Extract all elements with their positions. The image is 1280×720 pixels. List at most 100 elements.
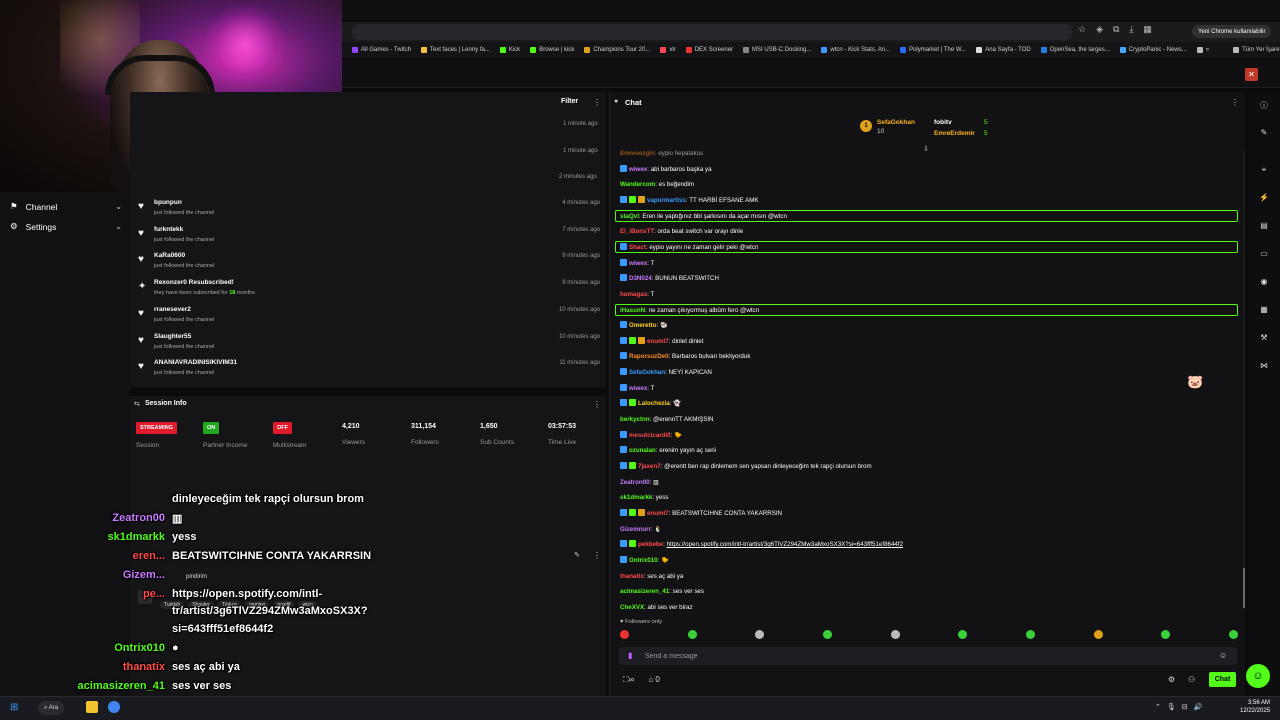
file-explorer-icon[interactable] — [86, 701, 98, 713]
pen-icon[interactable]: ✎ — [1257, 128, 1271, 137]
chat-message[interactable]: Wandercom: es beğendim — [620, 179, 694, 190]
grid-icon[interactable]: ▦ — [1257, 305, 1271, 314]
network-icon[interactable]: ⊟ — [1182, 703, 1188, 711]
quick-emote-icon[interactable] — [890, 630, 900, 639]
broadcast-icon[interactable]: ◉ — [1257, 277, 1271, 286]
collapse-icon[interactable]: ⇩ — [923, 145, 929, 153]
chat-message[interactable]: humagas: T — [620, 289, 654, 300]
chat-username[interactable]: Wandercom — [620, 181, 655, 188]
chrome-update-button[interactable]: Yeni Chrome kullanılabilir — [1192, 25, 1272, 38]
chat-scrollbar-thumb[interactable] — [1243, 568, 1245, 608]
chat-send-button[interactable]: Chat — [1209, 672, 1236, 687]
chat-message-input[interactable] — [645, 650, 1205, 662]
kebab-menu-icon[interactable]: ⋮ — [1231, 98, 1239, 107]
wrench-icon[interactable]: ⚒ — [1257, 333, 1271, 342]
feed-row[interactable]: ♥ KaRa0600 just followed the channel 9 minu… — [138, 252, 600, 278]
info-icon[interactable]: ⓘ — [1257, 100, 1271, 111]
chat-username[interactable]: CheXVX — [620, 604, 644, 611]
feed-row[interactable]: ♥ ANANIAVRADINISIKIVIM31 just followed the… — [138, 359, 600, 385]
chat-username[interactable]: Omeretto — [629, 322, 657, 329]
document-icon[interactable]: ▤ — [1257, 221, 1271, 230]
mic-tray-icon[interactable]: 🎙 — [1167, 703, 1176, 711]
chat-username[interactable]: humagas — [620, 291, 647, 298]
chat-username[interactable]: thanatix — [620, 573, 644, 580]
chat-username[interactable]: staQvl — [620, 213, 639, 220]
quick-emote-icon[interactable] — [620, 630, 629, 639]
feed-row[interactable]: ♥ rranesever2 just followed the channel 10 … — [138, 306, 600, 332]
gifter-name[interactable]: fobitv — [934, 119, 952, 126]
chat-message[interactable]: enuml7: dinlet dinlet — [620, 336, 703, 347]
bookmark-item[interactable]: Polymarket | The W... — [900, 47, 966, 53]
chat-message[interactable]: thanatix: ses aç abi ya — [620, 571, 683, 582]
chat-message[interactable]: CheXVX: abi ses ver biraz — [620, 602, 693, 613]
share-icon[interactable]: ⋈ — [1257, 361, 1271, 370]
chat-username[interactable]: mesutcicardi0 — [629, 432, 671, 439]
feed-row[interactable]: ♥ bpunpun just followed the channel 4 minut… — [138, 199, 600, 225]
quick-emote-icon[interactable] — [1228, 630, 1238, 639]
bookmark-item[interactable]: Tüm Yer İşaretleri — [1233, 47, 1280, 53]
bookmark-item[interactable]: » — [1196, 47, 1209, 53]
app-logo-icon[interactable]: ✕ — [1245, 68, 1258, 81]
feed-row[interactable]: ♥ Slaughter55 just followed the channel 10 … — [138, 333, 600, 359]
chat-message[interactable]: Gizemnurr: 🐧 — [620, 524, 662, 535]
bookmark-item[interactable]: OpenSea, the larges... — [1040, 47, 1110, 53]
chat-message[interactable]: wiwex: abi barbaros başka ya — [620, 164, 712, 175]
chat-username[interactable]: vapurmartiss — [647, 197, 686, 204]
chat-message[interactable]: enuml7: BEATSWITCIHNE CONTA YAKARRSIN — [620, 508, 782, 519]
chat-scrollbar[interactable] — [1243, 150, 1245, 610]
quick-emote-icon[interactable] — [755, 630, 765, 639]
chat-username[interactable]: wiwex — [629, 385, 647, 392]
chat-username[interactable]: Gizemnurr — [620, 526, 651, 533]
chat-message[interactable]: Lalochezia: 👻 — [620, 398, 681, 409]
bookmark-item[interactable]: CryptoPanic - News... — [1119, 47, 1187, 53]
chat-username[interactable]: 7jaxen7 — [638, 463, 661, 470]
chat-username[interactable]: El_iBonsTT — [620, 228, 654, 235]
quick-emote-icon[interactable] — [1093, 630, 1103, 639]
chat-message[interactable]: Emresezgin: eypio hepatakus — [620, 148, 703, 159]
message-icon[interactable]: ▭ — [1257, 249, 1271, 258]
chat-message[interactable]: Omeretto: 🐏 — [620, 320, 668, 331]
floating-emote-icon[interactable]: 🐷 — [1187, 374, 1207, 392]
chat-link[interactable]: https://open.spotify.com/intl-tr/artist/… — [667, 541, 903, 548]
quick-emote-icon[interactable] — [822, 630, 832, 639]
chat-username[interactable]: acimasizeren_41 — [620, 588, 669, 595]
help-chat-button[interactable]: ☺ — [1246, 664, 1270, 688]
chat-username[interactable]: RaporsuzDeli — [629, 353, 669, 360]
chat-message[interactable]: acimasizeren_41: ses ver ses — [620, 586, 704, 597]
extension-icon[interactable]: ◈ — [1096, 24, 1103, 35]
settings-icon[interactable]: ⚙ — [1168, 675, 1175, 684]
chat-username[interactable]: enuml7 — [647, 510, 669, 517]
quick-emote-icon[interactable] — [687, 630, 697, 639]
microphone-icon[interactable]: ▮ — [628, 651, 632, 660]
quick-emote-icon[interactable] — [1025, 630, 1035, 639]
bookmark-item[interactable]: MSI USB-C Docking... — [743, 47, 811, 53]
chat-username[interactable]: ozunalan — [629, 447, 656, 454]
chat-username[interactable]: pekbebe — [638, 541, 663, 548]
nav-channel[interactable]: ⚑ Channel ⌄ — [10, 201, 122, 212]
chat-message[interactable]: pekbebe: https://open.spotify.com/intl-t… — [620, 539, 903, 550]
chat-message[interactable]: El_iBonsTT: orda beat switch var orayı d… — [620, 226, 743, 237]
bookmark-item[interactable]: wtcn - Kick Stats, An... — [821, 47, 890, 53]
points-icon[interactable]: ⛶∞ — [623, 675, 634, 685]
feed-row[interactable]: ✦ Rexonzer0 Resubscribed! they have been s… — [138, 279, 600, 305]
crosshair-icon[interactable]: ⌖ — [1257, 165, 1271, 175]
chat-message[interactable]: 7jaxen7: @erentt ben rap dinlemem sen ya… — [620, 461, 872, 472]
chat-message[interactable]: Zeatron00: ▥ — [620, 477, 659, 488]
kebab-menu-icon[interactable]: ⋮ — [593, 98, 601, 107]
chat-username[interactable]: berkyctnn — [620, 416, 650, 423]
gift-icon[interactable]: ⌂ 0 — [648, 675, 660, 685]
chat-username[interactable]: SefaGokhan — [629, 369, 665, 376]
chat-username[interactable]: wiwex — [629, 166, 647, 173]
chat-message[interactable]: wiwex: T — [620, 383, 654, 394]
kebab-menu-icon[interactable]: ⋮ — [593, 551, 601, 560]
feed-row[interactable]: ♥ furkntekk just followed the channel 7 min… — [138, 226, 600, 252]
bookmark-item[interactable]: Text faces | Lenny fa... — [420, 47, 490, 53]
apps-icon[interactable]: ▦ — [1143, 24, 1152, 35]
chat-message[interactable]: iHasunN: ne zaman çıkıyormuş albüm fero … — [620, 305, 759, 316]
chat-username[interactable]: Ontrix010 — [629, 557, 658, 564]
emoji-icon[interactable]: ☺ — [1219, 651, 1227, 660]
chat-message[interactable]: ozunalan: erenim yayın aç serii — [620, 445, 716, 456]
nav-settings[interactable]: ⚙ Settings ⌄ — [10, 221, 122, 232]
quick-emote-icon[interactable] — [958, 630, 968, 639]
taskbar-search[interactable]: ⌕ Ara — [38, 701, 65, 715]
